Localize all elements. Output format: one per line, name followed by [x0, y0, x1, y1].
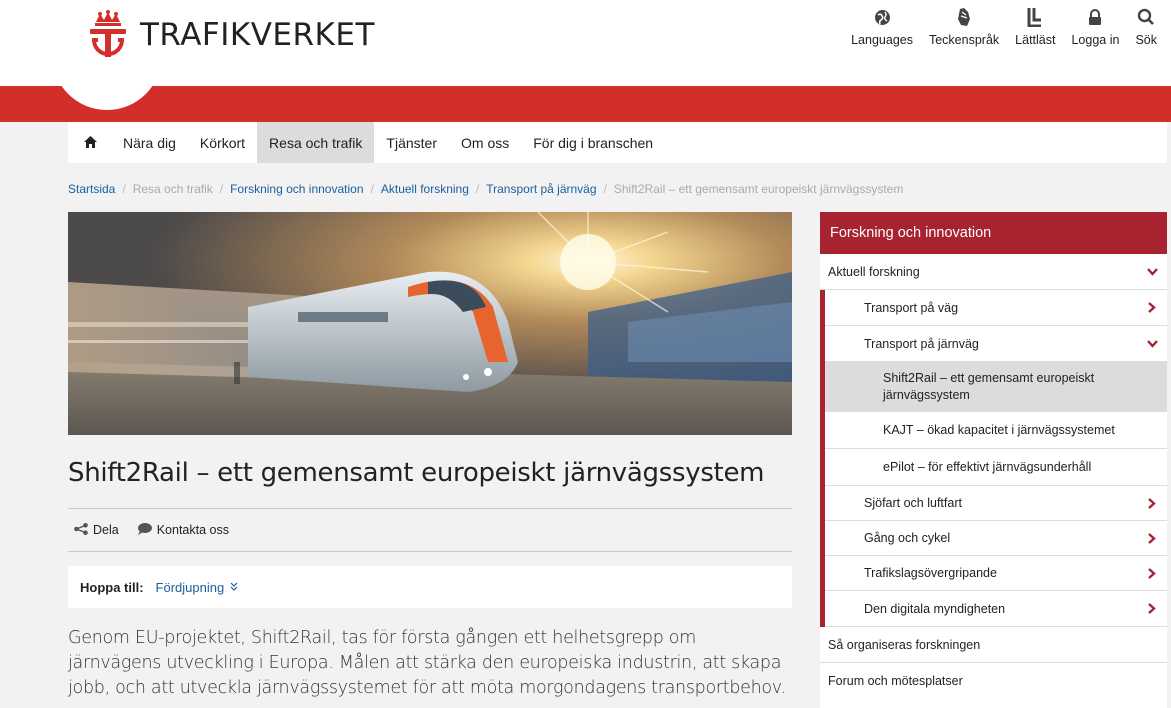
page-title: Shift2Rail – ett gemensamt europeiskt jä… [68, 458, 765, 488]
nav-item-resa-och-trafik[interactable]: Resa och trafik [257, 122, 375, 163]
search-label: Sök [1135, 33, 1157, 47]
sidebar-item-shift2rail[interactable]: Shift2Rail – ett gemensamt europeiskt jä… [825, 362, 1167, 412]
breadcrumb: Startsida / Resa och trafik / Forskning och … [68, 182, 904, 196]
share-toolbar: Dela Kontakta oss [68, 508, 792, 552]
sign-language-icon [955, 6, 973, 28]
sidebar-item-aktuell-forskning[interactable]: Aktuell forskning [820, 254, 1167, 290]
jump-to-bar: Hoppa till: Fördjupning [68, 566, 792, 608]
lock-icon [1088, 6, 1102, 28]
nav-home[interactable] [68, 122, 111, 163]
search-link[interactable]: Sök [1127, 6, 1165, 47]
chevron-down-icon [1137, 267, 1167, 276]
sidebar-item-label: Trafikslagsövergripande [864, 566, 997, 580]
share-label: Dela [93, 523, 119, 537]
sidebar-item-forum-och-motesplatser[interactable]: Forum och mötesplatser [820, 663, 1167, 699]
section-sidebar: Forskning och innovation Aktuell forskni… [820, 212, 1167, 708]
chevron-right-icon [1137, 532, 1167, 544]
brand-red-band [0, 86, 1171, 122]
sidebar-item-kajt[interactable]: KAJT – ökad kapacitet i järnvägssystemet [825, 412, 1167, 449]
chevron-right-icon [1137, 497, 1167, 509]
sidebar-item-label: Transport på järnväg [864, 336, 979, 351]
sidebar-heading[interactable]: Forskning och innovation [820, 212, 1167, 254]
sidebar-item-epilot[interactable]: ePilot – för effektivt järnvägsunderhåll [825, 449, 1167, 486]
languages-link[interactable]: Languages [843, 6, 921, 47]
utility-nav: Languages Teckenspråk Lättläst Logga in … [843, 6, 1165, 47]
sign-language-label: Teckenspråk [928, 33, 1000, 47]
site-header: TRAFIKVERKET Languages Teckenspråk Lättl… [0, 0, 1171, 86]
sidebar-item-sa-organiseras-forskningen[interactable]: Så organiseras forskningen [820, 627, 1167, 663]
sidebar-item-label: Gång och cykel [864, 531, 951, 545]
double-chevron-down-icon [230, 580, 238, 595]
trafikverket-crown-icon [90, 10, 126, 57]
speech-bubble-icon [137, 522, 152, 538]
sidebar-item-gang-och-cykel[interactable]: Gång och cykel [825, 521, 1167, 556]
chevron-right-icon [1137, 567, 1167, 579]
globe-icon [874, 6, 891, 28]
sidebar-item-trafikslagsovergripande[interactable]: Trafikslagsövergripande [825, 556, 1167, 591]
jump-to-label: Hoppa till: [80, 579, 144, 595]
easy-read-icon [1027, 6, 1043, 28]
sidebar-subgroup: Transport på väg Transport på järnväg Sh… [820, 290, 1167, 627]
search-icon [1137, 6, 1155, 28]
breadcrumb-transport-pa-jarnvag[interactable]: Transport på järnväg [486, 182, 596, 196]
sidebar-item-sjofart-och-luftfart[interactable]: Sjöfart och luftfart [825, 486, 1167, 521]
sidebar-item-label: ePilot – för effektivt järnvägsunderhåll [883, 460, 1092, 474]
sidebar-item-label: Så organiseras forskningen [828, 637, 981, 652]
easy-read-link[interactable]: Lättläst [1007, 6, 1063, 47]
breadcrumb-aktuell-forskning[interactable]: Aktuell forskning [381, 182, 469, 196]
hero-image [68, 212, 792, 435]
nav-item-korkort[interactable]: Körkort [188, 122, 257, 163]
languages-label: Languages [851, 33, 913, 47]
breadcrumb-current: Shift2Rail – ett gemensamt europeiskt jä… [613, 182, 904, 196]
nav-item-nara-dig[interactable]: Nära dig [111, 122, 188, 163]
sidebar-item-label: Aktuell forskning [828, 264, 920, 279]
sidebar-item-den-digitala-myndigheten[interactable]: Den digitala myndigheten [825, 591, 1167, 627]
main-nav: Nära dig Körkort Resa och trafik Tjänste… [68, 122, 1167, 163]
breadcrumb-forskning-och-innovation[interactable]: Forskning och innovation [230, 182, 363, 196]
chevron-right-icon [1137, 603, 1167, 614]
login-label: Logga in [1071, 33, 1120, 47]
sidebar-item-transport-pa-jarnvag[interactable]: Transport på järnväg [825, 326, 1167, 362]
contact-label: Kontakta oss [156, 523, 229, 537]
home-icon [84, 135, 97, 151]
login-link[interactable]: Logga in [1063, 6, 1127, 47]
chevron-right-icon [1137, 302, 1167, 313]
easy-read-label: Lättläst [1015, 33, 1056, 47]
sidebar-item-label: Den digitala myndigheten [864, 601, 1006, 616]
sidebar-item-transport-pa-vag[interactable]: Transport på väg [825, 290, 1167, 326]
breadcrumb-startsida[interactable]: Startsida [68, 182, 115, 196]
nav-item-tjanster[interactable]: Tjänster [374, 122, 449, 163]
sidebar-item-label: Shift2Rail – ett gemensamt europeiskt jä… [883, 370, 1095, 402]
chevron-down-icon [1137, 339, 1167, 348]
jump-link-fordjupning[interactable]: Fördjupning [156, 580, 239, 595]
share-icon [74, 522, 88, 538]
sidebar-item-label: Sjöfart och luftfart [864, 496, 962, 510]
logo[interactable]: TRAFIKVERKET [86, 10, 375, 60]
intro-paragraph: Genom EU-projektet, Shift2Rail, tas för … [68, 628, 786, 698]
brand-name: TRAFIKVERKET [140, 17, 375, 53]
sidebar-item-label: KAJT – ökad kapacitet i järnvägssystemet [883, 423, 1115, 437]
sidebar-item-label: Forum och mötesplatser [828, 674, 963, 688]
nav-item-for-dig-i-branschen[interactable]: För dig i branschen [521, 122, 665, 163]
sign-language-link[interactable]: Teckenspråk [921, 6, 1007, 47]
contact-button[interactable]: Kontakta oss [137, 522, 229, 538]
breadcrumb-resa-och-trafik[interactable]: Resa och trafik [133, 182, 213, 196]
sidebar-item-label: Transport på väg [864, 300, 959, 315]
nav-item-om-oss[interactable]: Om oss [449, 122, 521, 163]
jump-link-label: Fördjupning [155, 579, 225, 595]
share-button[interactable]: Dela [74, 522, 119, 538]
